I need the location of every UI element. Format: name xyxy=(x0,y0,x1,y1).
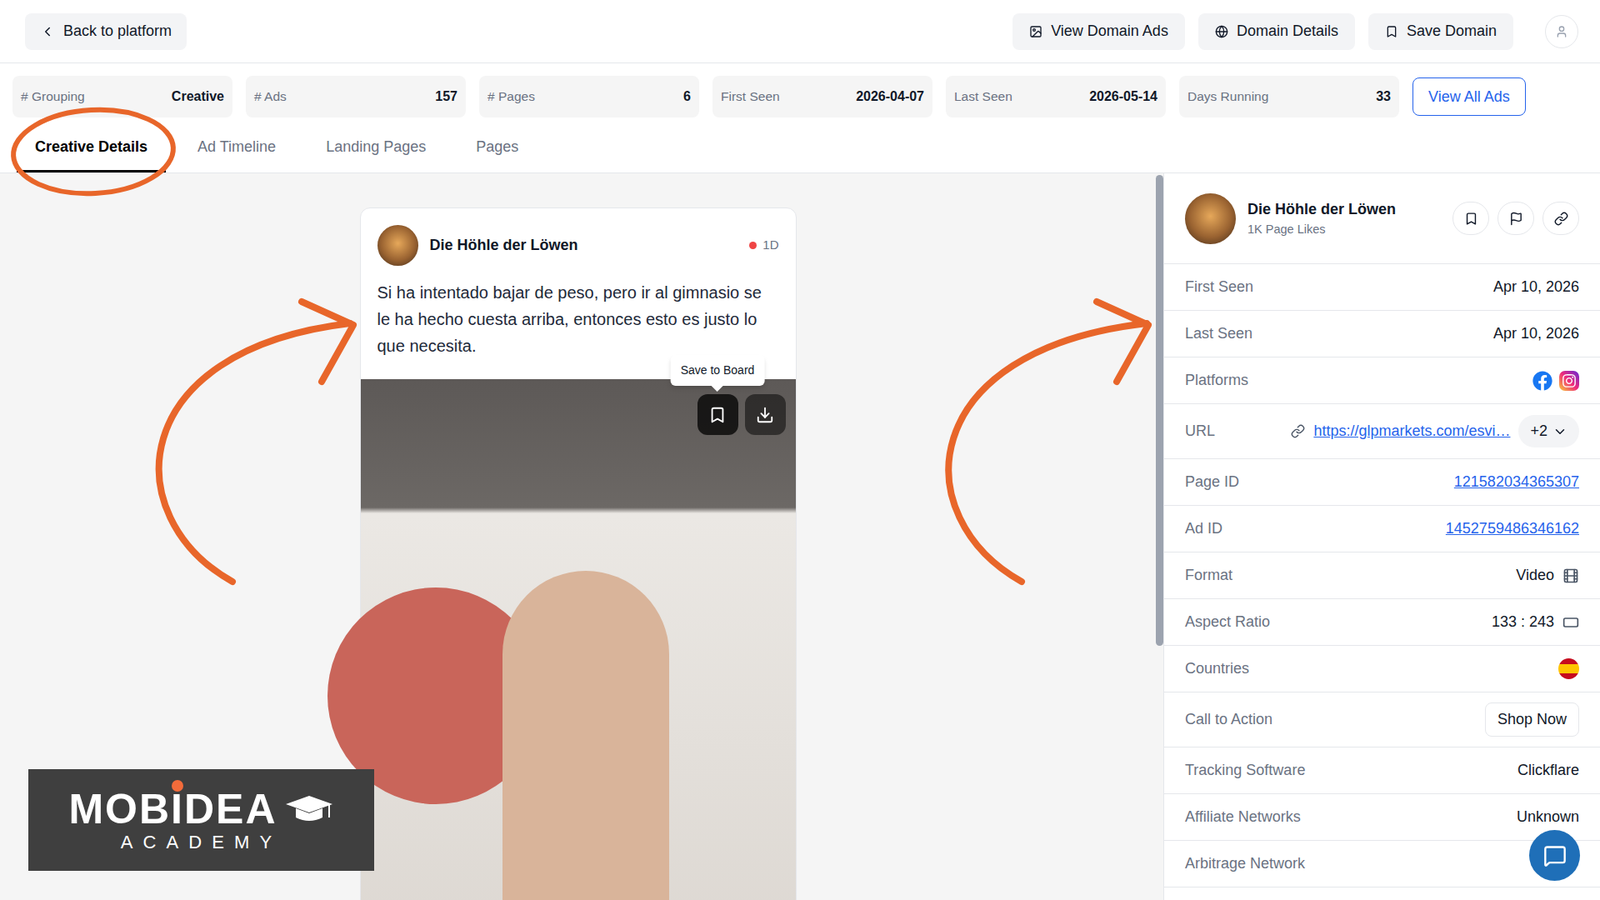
scrollbar-thumb[interactable] xyxy=(1155,175,1164,646)
chevron-left-icon xyxy=(40,24,55,40)
panel-action-button[interactable] xyxy=(1542,201,1580,235)
detail-row: Countries xyxy=(1164,645,1600,693)
tab[interactable]: Creative Details xyxy=(16,135,166,173)
panel-action-button[interactable] xyxy=(1452,201,1490,235)
link-icon xyxy=(1290,424,1305,439)
detail-row: Last SeenApr 10, 2026 xyxy=(1164,310,1600,358)
detail-row: Platforms xyxy=(1164,357,1600,405)
bookmark-icon xyxy=(1464,211,1479,226)
stat-card: Last Seen2026-05-14 xyxy=(945,75,1166,118)
page-avatar xyxy=(377,225,419,266)
bookmark-icon xyxy=(1385,25,1399,39)
detail-value: Unknown xyxy=(1516,805,1580,829)
stat-card: # GroupingCreative xyxy=(12,75,233,118)
detail-row: URLhttps://glpmarkets.com/esvi…+2 xyxy=(1164,404,1600,460)
details-page-name[interactable]: Die Höhle der Löwen xyxy=(1247,198,1396,221)
graduation-cap-icon xyxy=(284,792,335,826)
details-panel: Die Höhle der Löwen1K Page LikesFirst Se… xyxy=(1163,173,1600,900)
panel-action-button[interactable] xyxy=(1497,201,1535,235)
download-icon xyxy=(755,405,775,425)
id-link[interactable]: 1452759486346162 xyxy=(1445,517,1580,540)
chat-button[interactable] xyxy=(1529,830,1580,881)
detail-value: Apr 10, 2026 xyxy=(1493,275,1580,299)
film-icon xyxy=(1562,567,1580,585)
detail-value: Apr 10, 2026 xyxy=(1493,322,1580,345)
watermark: MOBIDEAACADEMY xyxy=(28,769,375,871)
page-avatar xyxy=(1185,193,1236,245)
tab[interactable]: Ad Timeline xyxy=(179,135,295,173)
globe-icon xyxy=(1215,25,1229,39)
save-to-board-button[interactable] xyxy=(697,394,739,435)
detail-value: Video xyxy=(1515,564,1555,587)
live-dot xyxy=(749,241,757,250)
chevron-down-icon xyxy=(1552,424,1568,440)
image-icon xyxy=(1029,25,1043,39)
detail-row: Page ID121582034365307 xyxy=(1164,459,1600,506)
spain-flag-icon xyxy=(1558,658,1580,680)
stat-card: # Pages6 xyxy=(479,75,700,118)
arrow-right xyxy=(948,301,1149,582)
highlight-circle xyxy=(11,105,176,198)
stats-row: # GroupingCreative # Ads157 # Pages6 First … xyxy=(0,63,1600,118)
bookmark-icon xyxy=(708,405,727,425)
id-link[interactable]: 121582034365307 xyxy=(1454,470,1580,494)
detail-row: FormatVideo xyxy=(1164,552,1600,600)
detail-row: Call to ActionShop Now xyxy=(1164,692,1600,748)
header-button[interactable]: Save Domain xyxy=(1368,13,1514,50)
detail-row: First SeenApr 10, 2026 xyxy=(1164,264,1600,311)
detail-value: Clickflare xyxy=(1517,759,1580,782)
cta-badge: Shop Now xyxy=(1485,702,1580,737)
detail-row: Aspect Ratio133 : 243 xyxy=(1164,599,1600,646)
flag-icon xyxy=(1509,211,1524,226)
stat-card: Days Running33 xyxy=(1179,75,1400,118)
download-button[interactable] xyxy=(745,394,786,435)
tab-bar: Creative Details Ad Timeline Landing Pages… xyxy=(0,117,1600,174)
link-icon xyxy=(1554,211,1569,226)
detail-value: 133 : 243 xyxy=(1491,610,1555,634)
header-button[interactable]: Domain Details xyxy=(1198,13,1355,50)
view-all-ads-button[interactable]: View All Ads xyxy=(1412,77,1526,116)
detail-row: Ad ID1452759486346162 xyxy=(1164,505,1600,553)
header-button[interactable]: View Domain Ads xyxy=(1012,13,1185,50)
tab[interactable]: Landing Pages xyxy=(307,135,445,173)
instagram-icon xyxy=(1559,370,1580,391)
figure-shape xyxy=(502,570,670,900)
platforms xyxy=(1532,370,1580,391)
tooltip: Save to Board xyxy=(670,355,765,386)
more-urls-button[interactable]: +2 xyxy=(1518,415,1580,448)
scrollbar[interactable] xyxy=(1155,173,1164,900)
facebook-icon xyxy=(1532,370,1553,391)
ad-card: Die Höhle der Löwen1DSi ha intentado baj… xyxy=(360,207,797,900)
user-icon xyxy=(1555,25,1569,39)
user-avatar[interactable] xyxy=(1545,15,1579,49)
back-button[interactable]: Back to platform xyxy=(25,13,187,50)
stat-card: First Seen2026-04-07 xyxy=(712,75,933,118)
detail-row: Affiliate NetworksUnknown xyxy=(1164,794,1600,841)
annotation-overlay xyxy=(0,0,1600,900)
top-bar: Back to platform View Domain Ads Domain De… xyxy=(0,0,1600,64)
ad-video[interactable]: Save to Board xyxy=(360,379,796,900)
ad-page-name[interactable]: Die Höhle der Löwen xyxy=(430,234,579,257)
app: Back to platform View Domain Ads Domain De… xyxy=(0,0,1600,900)
url-link[interactable]: https://glpmarkets.com/esvi… xyxy=(1313,420,1510,443)
tab[interactable]: Pages xyxy=(457,135,537,173)
chat-icon xyxy=(1543,844,1567,868)
ratio-icon xyxy=(1562,614,1580,631)
detail-row: Tracking SoftwareClickflare xyxy=(1164,747,1600,795)
arrow-left xyxy=(159,301,354,582)
stat-card: # Ads157 xyxy=(245,75,466,118)
